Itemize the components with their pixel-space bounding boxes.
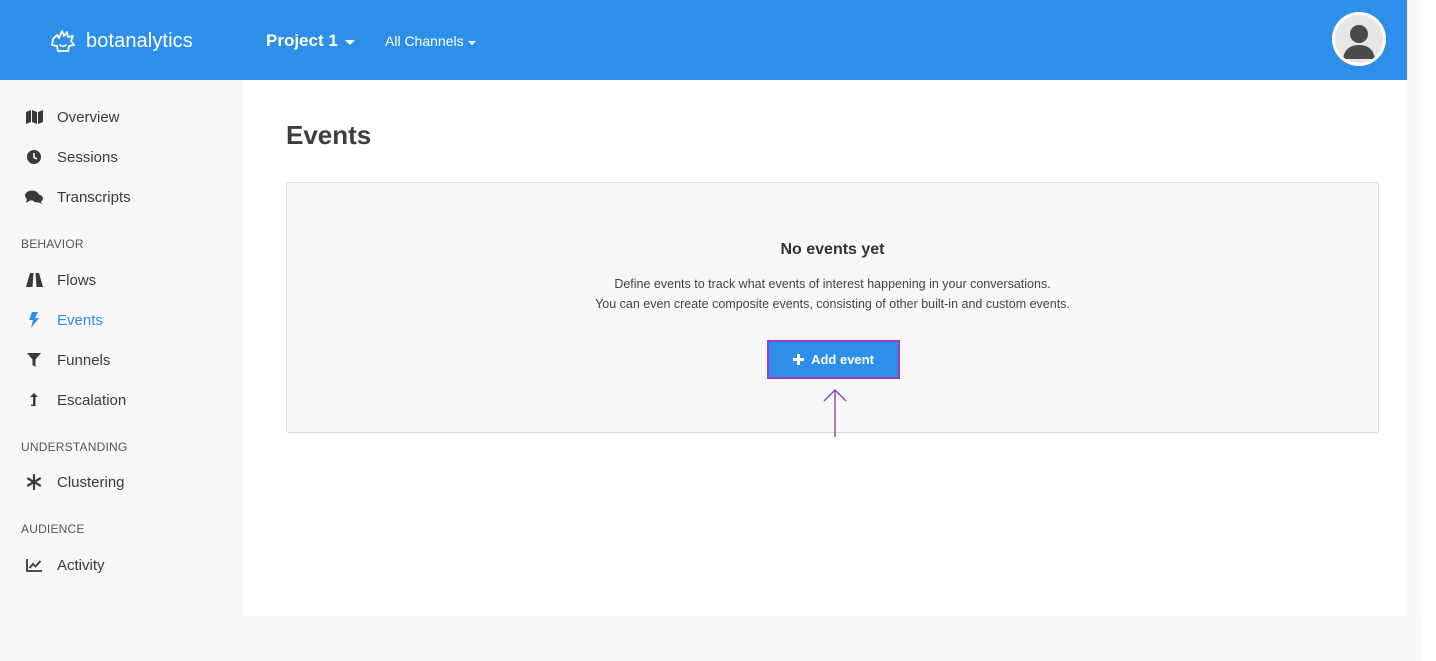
chevron-down-icon (467, 40, 476, 45)
top-navbar: botanalytics Project 1 All Channels (0, 0, 1407, 80)
asterisk-icon (24, 474, 44, 490)
section-header-understanding: UNDERSTANDING (21, 440, 128, 454)
channels-label: All Channels (385, 33, 464, 49)
page-footer-band (0, 616, 1421, 661)
sidebar-item-label: Activity (57, 556, 105, 574)
add-event-label: Add event (811, 352, 874, 367)
project-label: Project 1 (266, 31, 338, 50)
bot-logo-icon (51, 30, 75, 52)
sidebar-item-flows[interactable]: Flows (24, 269, 96, 291)
empty-state-description-line1: Define events to track what events of in… (614, 277, 1051, 291)
sidebar-item-label: Funnels (57, 351, 111, 369)
section-header-audience: AUDIENCE (21, 522, 85, 536)
sidebar-item-overview[interactable]: Overview (24, 106, 120, 128)
empty-state-title: No events yet (780, 241, 885, 258)
clock-icon (24, 149, 44, 165)
chevron-down-icon (344, 40, 355, 45)
channels-dropdown[interactable]: All Channels (385, 33, 476, 49)
sidebar-item-label: Escalation (57, 391, 127, 409)
road-icon (24, 272, 44, 288)
sidebar-item-clustering[interactable]: Clustering (24, 471, 125, 493)
sidebar-item-label: Overview (57, 108, 120, 126)
chat-bubbles-icon (24, 189, 44, 205)
plus-icon (793, 354, 805, 365)
bolt-icon (24, 312, 44, 328)
brand-logo-link[interactable]: botanalytics (48, 26, 193, 56)
empty-state-description-line2: You can even create composite events, co… (595, 297, 1070, 311)
sidebar-item-events[interactable]: Events (24, 309, 103, 331)
sidebar-item-funnels[interactable]: Funnels (24, 349, 110, 371)
level-up-icon (24, 392, 44, 408)
map-icon (24, 109, 44, 125)
line-chart-icon (24, 557, 44, 573)
sidebar-item-label: Clustering (57, 473, 125, 491)
brand-name: botanalytics (86, 29, 193, 52)
project-dropdown[interactable]: Project 1 (266, 31, 355, 51)
avatar[interactable] (1332, 12, 1386, 66)
sidebar-item-activity[interactable]: Activity (24, 554, 105, 576)
page-title: Events (286, 120, 372, 150)
sidebar-item-label: Events (57, 311, 103, 329)
right-scroll-strip (1407, 0, 1421, 616)
sidebar-item-label: Sessions (57, 148, 118, 166)
annotation-arrow-icon (823, 389, 847, 437)
filter-icon (24, 352, 44, 368)
sidebar-item-sessions[interactable]: Sessions (24, 146, 118, 168)
add-event-button[interactable]: Add event (767, 340, 900, 379)
user-avatar-icon (1335, 15, 1383, 63)
sidebar-item-transcripts[interactable]: Transcripts (24, 186, 131, 208)
section-header-behavior: BEHAVIOR (21, 237, 84, 251)
sidebar-item-label: Flows (57, 271, 97, 289)
sidebar-item-label: Transcripts (57, 188, 131, 206)
sidebar-item-escalation[interactable]: Escalation (24, 389, 126, 411)
